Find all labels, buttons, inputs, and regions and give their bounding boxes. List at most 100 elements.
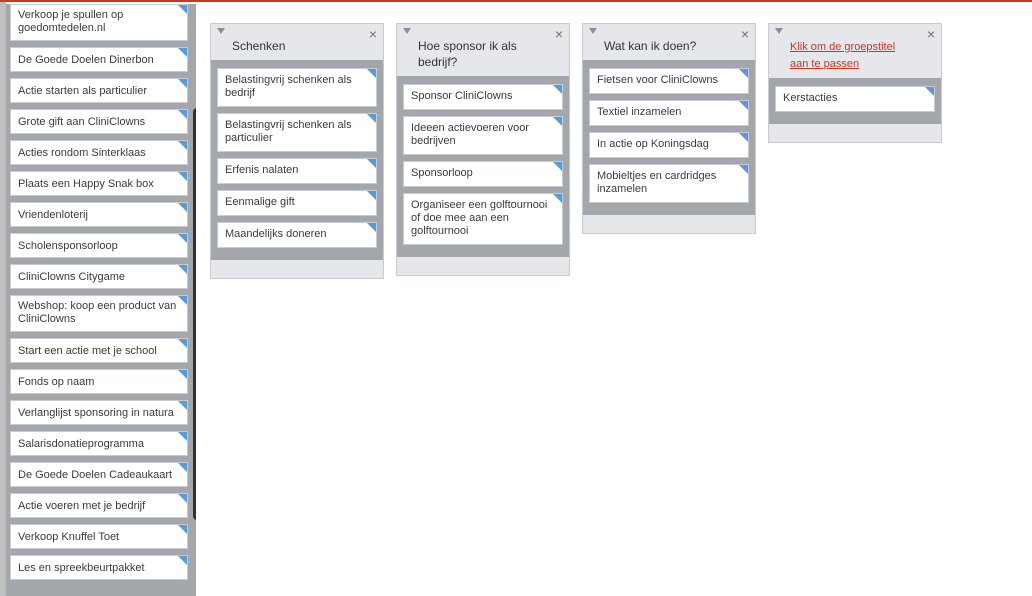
- close-icon[interactable]: ×: [369, 26, 377, 42]
- card-corner-icon: [925, 87, 934, 96]
- card-corner-icon: [739, 165, 748, 174]
- card-corner-icon: [178, 401, 187, 410]
- card-corner-icon: [739, 133, 748, 142]
- source-card[interactable]: Verkoop Knuffel Toet: [10, 524, 188, 549]
- card-label: Verlanglijst sponsoring in natura: [18, 407, 174, 419]
- collapse-triangle-icon[interactable]: [217, 28, 225, 34]
- source-card-stack: Verkoop je spullen op goedomtedelen.nl D…: [10, 4, 188, 586]
- source-card[interactable]: Start een actie met je school: [10, 338, 188, 363]
- card-label: Plaats een Happy Snak box: [18, 178, 154, 190]
- card-label: Actie starten als particulier: [18, 85, 147, 97]
- collapse-triangle-icon[interactable]: [775, 28, 783, 34]
- source-card[interactable]: Verlanglijst sponsoring in natura: [10, 400, 188, 425]
- card-corner-icon: [553, 85, 562, 94]
- close-icon[interactable]: ×: [741, 26, 749, 42]
- source-card[interactable]: Grote gift aan CliniClowns: [10, 109, 188, 134]
- card-corner-icon: [367, 114, 376, 123]
- source-card[interactable]: Verkoop je spullen op goedomtedelen.nl: [10, 4, 188, 41]
- card-label: Verkoop Knuffel Toet: [18, 531, 120, 543]
- source-card[interactable]: Vriendenloterij: [10, 202, 188, 227]
- card-label: Eenmalige gift: [225, 196, 295, 208]
- group-card[interactable]: Organiseer een golftournooi of doe mee a…: [403, 193, 563, 245]
- group-title[interactable]: Hoe sponsor ik als bedrijf?: [418, 39, 517, 69]
- group-body: Fietsen voor CliniClowns Textiel inzamel…: [583, 60, 755, 215]
- edit-group-title-link[interactable]: Klik om de groepstitel aan te passen: [790, 41, 895, 70]
- card-label: Les en spreekbeurtpakket: [18, 562, 145, 574]
- group-card[interactable]: Fietsen voor CliniClowns: [589, 68, 749, 94]
- group-footer: [397, 257, 569, 275]
- card-corner-icon: [178, 203, 187, 212]
- card-label: CliniClowns Citygame: [18, 271, 125, 283]
- card-corner-icon: [178, 296, 187, 305]
- card-label: Sponsorloop: [411, 167, 473, 179]
- card-label: Verkoop je spullen op goedomtedelen.nl: [18, 9, 124, 34]
- group-card[interactable]: Maandelijks doneren: [217, 222, 377, 248]
- collapse-triangle-icon[interactable]: [589, 28, 597, 34]
- card-corner-icon: [739, 69, 748, 78]
- card-corner-icon: [178, 5, 187, 14]
- source-card[interactable]: Les en spreekbeurtpakket: [10, 555, 188, 580]
- collapse-triangle-icon[interactable]: [403, 28, 411, 34]
- card-corner-icon: [178, 265, 187, 274]
- group-card[interactable]: Sponsor CliniClowns: [403, 84, 563, 110]
- group-footer: [211, 260, 383, 278]
- source-card[interactable]: Salarisdonatieprogramma: [10, 431, 188, 456]
- card-label: Webshop: koop een product van CliniClown…: [18, 300, 177, 325]
- card-corner-icon: [178, 370, 187, 379]
- card-corner-icon: [178, 432, 187, 441]
- card-corner-icon: [553, 162, 562, 171]
- group-sponsor-bedrijf[interactable]: Hoe sponsor ik als bedrijf? × Sponsor Cl…: [396, 23, 570, 276]
- card-corner-icon: [739, 101, 748, 110]
- card-corner-icon: [367, 191, 376, 200]
- group-card[interactable]: Belastingvrij schenken als particulier: [217, 113, 377, 152]
- card-label: Belastingvrij schenken als bedrijf: [225, 74, 352, 99]
- card-label: Scholensponsorloop: [18, 240, 118, 252]
- group-title[interactable]: Wat kan ik doen?: [604, 39, 696, 53]
- source-card[interactable]: Acties rondom Sinterklaas: [10, 140, 188, 165]
- group-card[interactable]: Eenmalige gift: [217, 190, 377, 216]
- card-label: Organiseer een golftournooi of doe mee a…: [411, 199, 548, 237]
- group-card[interactable]: Textiel inzamelen: [589, 100, 749, 126]
- card-corner-icon: [553, 117, 562, 126]
- source-card[interactable]: Actie starten als particulier: [10, 78, 188, 103]
- group-footer: [769, 124, 941, 142]
- card-label: Grote gift aan CliniClowns: [18, 116, 146, 128]
- group-card[interactable]: Mobieltjes en cardridges inzamelen: [589, 164, 749, 203]
- group-card[interactable]: Ideeen actievoeren voor bedrijven: [403, 116, 563, 155]
- card-corner-icon: [178, 234, 187, 243]
- group-card[interactable]: Kerstacties: [775, 86, 935, 112]
- card-label: Textiel inzamelen: [597, 106, 682, 118]
- group-body: Sponsor CliniClowns Ideeen actievoeren v…: [397, 76, 569, 257]
- source-card[interactable]: Scholensponsorloop: [10, 233, 188, 258]
- group-new[interactable]: Klik om de groepstitel aan te passen × K…: [768, 23, 942, 143]
- card-label: Actie voeren met je bedrijf: [18, 500, 146, 512]
- source-card[interactable]: De Goede Doelen Cadeaukaart: [10, 462, 188, 487]
- group-card[interactable]: Belastingvrij schenken als bedrijf: [217, 68, 377, 107]
- source-card[interactable]: Actie voeren met je bedrijf: [10, 493, 188, 518]
- source-card[interactable]: Webshop: koop een product van CliniClown…: [10, 295, 188, 332]
- source-card[interactable]: De Goede Doelen Dinerbon: [10, 47, 188, 72]
- close-icon[interactable]: ×: [927, 26, 935, 42]
- card-corner-icon: [178, 339, 187, 348]
- group-card[interactable]: Erfenis nalaten: [217, 158, 377, 184]
- group-title[interactable]: Schenken: [232, 39, 285, 53]
- source-card[interactable]: Plaats een Happy Snak box: [10, 171, 188, 196]
- card-corner-icon: [367, 69, 376, 78]
- close-icon[interactable]: ×: [555, 26, 563, 42]
- source-card-list[interactable]: Verkoop je spullen op goedomtedelen.nl D…: [6, 4, 196, 596]
- group-footer: [583, 215, 755, 233]
- top-accent-line: [0, 0, 1032, 2]
- card-corner-icon: [178, 172, 187, 181]
- card-label: Mobieltjes en cardridges inzamelen: [597, 170, 717, 195]
- source-card[interactable]: Fonds op naam: [10, 369, 188, 394]
- group-card[interactable]: In actie op Koningsdag: [589, 132, 749, 158]
- group-wat-kan-ik-doen[interactable]: Wat kan ik doen? × Fietsen voor CliniClo…: [582, 23, 756, 234]
- group-schenken[interactable]: Schenken × Belastingvrij schenken als be…: [210, 23, 384, 279]
- group-card[interactable]: Sponsorloop: [403, 161, 563, 187]
- card-label: Acties rondom Sinterklaas: [18, 147, 146, 159]
- card-label: Kerstacties: [783, 92, 838, 104]
- card-label: Fonds op naam: [18, 376, 95, 388]
- group-header: Schenken ×: [211, 24, 383, 60]
- source-card[interactable]: CliniClowns Citygame: [10, 264, 188, 289]
- scrollbar-thumb[interactable]: [193, 108, 196, 520]
